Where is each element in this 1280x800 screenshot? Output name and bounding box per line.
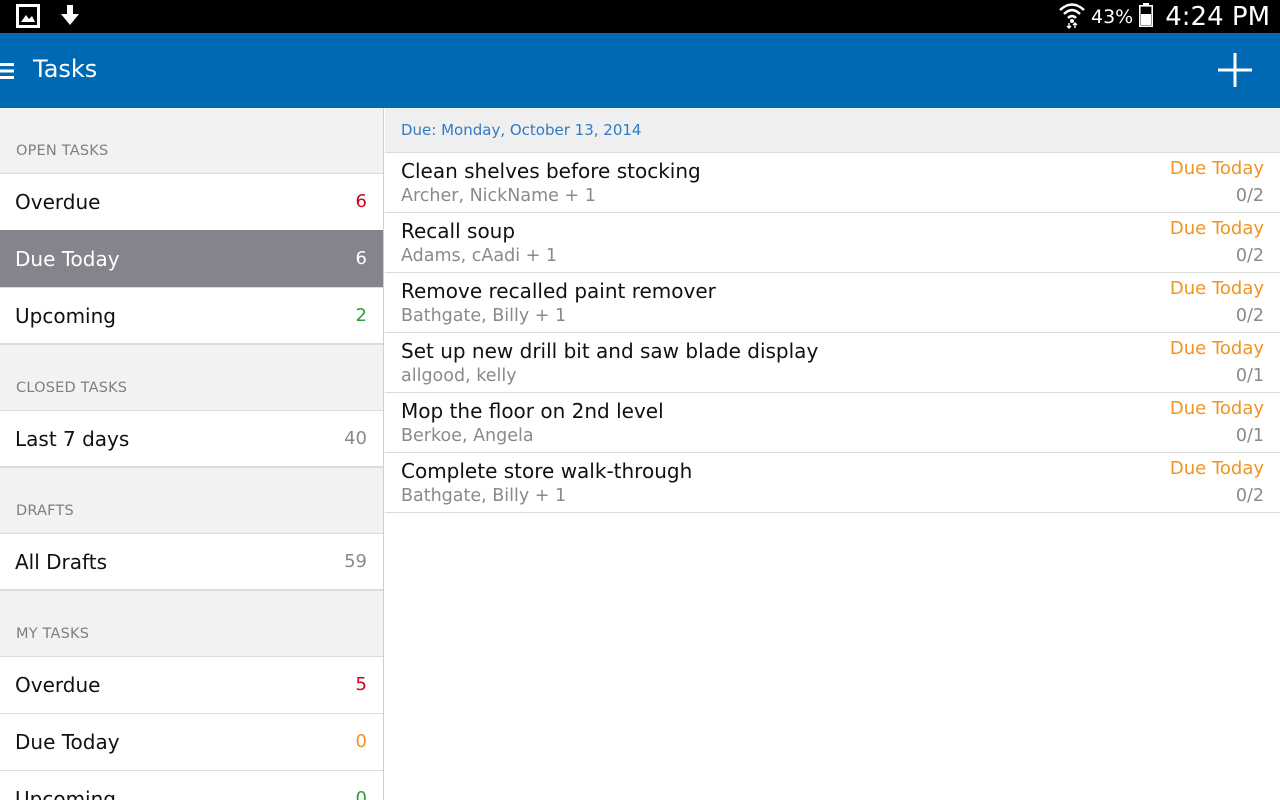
section-header: CLOSED TASKS — [0, 345, 383, 410]
task-assignees: Bathgate, Billy + 1 — [401, 486, 567, 506]
my-tasks-group: MY TASKS Overdue 5 Due Today 0 Upcoming … — [0, 591, 383, 800]
sidebar-item-label: Upcoming — [15, 304, 116, 328]
gallery-icon — [16, 4, 40, 32]
sidebar-item-count: 6 — [355, 191, 367, 212]
task-progress: 0/1 — [1235, 426, 1264, 446]
sidebar-item-my-overdue[interactable]: Overdue 5 — [0, 656, 383, 713]
task-due-status: Due Today — [1169, 398, 1264, 419]
task-row[interactable]: Mop the floor on 2nd level Berkoe, Angel… — [385, 393, 1280, 453]
sidebar-item-label: Upcoming — [15, 787, 116, 800]
task-title: Complete store walk-through — [401, 459, 693, 483]
sidebar-item-label: Due Today — [15, 730, 120, 754]
task-progress: 0/2 — [1235, 486, 1264, 506]
sidebar-item-label: Due Today — [15, 247, 120, 271]
task-progress: 0/2 — [1235, 186, 1264, 206]
task-due-status: Due Today — [1169, 458, 1264, 479]
sidebar-item-count: 59 — [344, 551, 367, 572]
task-title: Mop the floor on 2nd level — [401, 399, 664, 423]
due-date-label: Due: Monday, October 13, 2014 — [401, 121, 642, 139]
sidebar-item-open-overdue[interactable]: Overdue 6 — [0, 173, 383, 230]
task-assignees: Berkoe, Angela — [401, 426, 534, 446]
sidebar-item-label: Last 7 days — [15, 427, 130, 451]
page-title: Tasks — [33, 55, 98, 83]
status-time: 4:24 PM — [1165, 1, 1270, 32]
task-assignees: Adams, cAadi + 1 — [401, 246, 557, 266]
status-bar-system: 43% 4:24 PM — [1059, 0, 1270, 33]
task-assignees: allgood, kelly — [401, 366, 517, 386]
task-progress: 0/2 — [1235, 306, 1264, 326]
sidebar-item-count: 40 — [344, 428, 367, 449]
sidebar-item-my-upcoming[interactable]: Upcoming 0 — [0, 770, 383, 800]
sidebar-item-open-upcoming[interactable]: Upcoming 2 — [0, 287, 383, 344]
closed-tasks-group: CLOSED TASKS Last 7 days 40 — [0, 345, 383, 468]
sidebar-item-open-due-today[interactable]: Due Today 6 — [0, 230, 383, 287]
sidebar-item-label: Overdue — [15, 190, 101, 214]
battery-percent: 43% — [1091, 5, 1134, 28]
task-title: Set up new drill bit and saw blade displ… — [401, 339, 819, 363]
battery-icon — [1139, 2, 1154, 31]
task-due-status: Due Today — [1169, 338, 1264, 359]
sidebar-item-count: 0 — [355, 788, 367, 800]
task-due-status: Due Today — [1169, 158, 1264, 179]
task-progress: 0/2 — [1235, 246, 1264, 266]
task-row[interactable]: Remove recalled paint remover Bathgate, … — [385, 273, 1280, 333]
download-icon — [58, 4, 82, 32]
section-label: DRAFTS — [16, 503, 74, 519]
wifi-icon — [1059, 1, 1085, 33]
sidebar-item-count: 2 — [355, 305, 367, 326]
task-row[interactable]: Clean shelves before stocking Archer, Ni… — [385, 153, 1280, 213]
open-tasks-group: OPEN TASKS Overdue 6 Due Today 6 Upcomin… — [0, 108, 383, 345]
sidebar-item-count: 5 — [355, 674, 367, 695]
add-task-button[interactable] — [1216, 51, 1254, 89]
app-bar: Tasks — [0, 33, 1280, 108]
task-row[interactable]: Set up new drill bit and saw blade displ… — [385, 333, 1280, 393]
section-label: CLOSED TASKS — [16, 380, 128, 396]
section-header: MY TASKS — [0, 591, 383, 656]
sidebar-item-my-due-today[interactable]: Due Today 0 — [0, 713, 383, 770]
sidebar-item-label: All Drafts — [15, 550, 107, 574]
sidebar-item-all-drafts[interactable]: All Drafts 59 — [0, 533, 383, 590]
section-label: MY TASKS — [16, 626, 90, 642]
due-date-header: Due: Monday, October 13, 2014 — [385, 108, 1280, 153]
drafts-group: DRAFTS All Drafts 59 — [0, 468, 383, 591]
task-title: Recall soup — [401, 219, 516, 243]
task-assignees: Bathgate, Billy + 1 — [401, 306, 567, 326]
menu-icon[interactable] — [0, 62, 14, 80]
section-label: OPEN TASKS — [16, 143, 109, 159]
task-row[interactable]: Recall soup Adams, cAadi + 1 Due Today 0… — [385, 213, 1280, 273]
task-list-panel: Due: Monday, October 13, 2014 Clean shel… — [385, 108, 1280, 800]
task-title: Remove recalled paint remover — [401, 279, 716, 303]
task-assignees: Archer, NickName + 1 — [401, 186, 596, 206]
status-bar-notifications — [16, 4, 82, 32]
sidebar-item-label: Overdue — [15, 673, 101, 697]
section-header: OPEN TASKS — [0, 108, 383, 173]
task-progress: 0/1 — [1235, 366, 1264, 386]
sidebar: OPEN TASKS Overdue 6 Due Today 6 Upcomin… — [0, 108, 384, 800]
task-due-status: Due Today — [1169, 218, 1264, 239]
sidebar-item-count: 0 — [355, 731, 367, 752]
section-header: DRAFTS — [0, 468, 383, 533]
sidebar-item-closed-last-7-days[interactable]: Last 7 days 40 — [0, 410, 383, 467]
sidebar-item-count: 6 — [355, 248, 367, 269]
task-due-status: Due Today — [1169, 278, 1264, 299]
status-bar: 43% 4:24 PM — [0, 0, 1280, 33]
task-row[interactable]: Complete store walk-through Bathgate, Bi… — [385, 453, 1280, 513]
add-icon — [1218, 53, 1252, 87]
task-title: Clean shelves before stocking — [401, 159, 701, 183]
